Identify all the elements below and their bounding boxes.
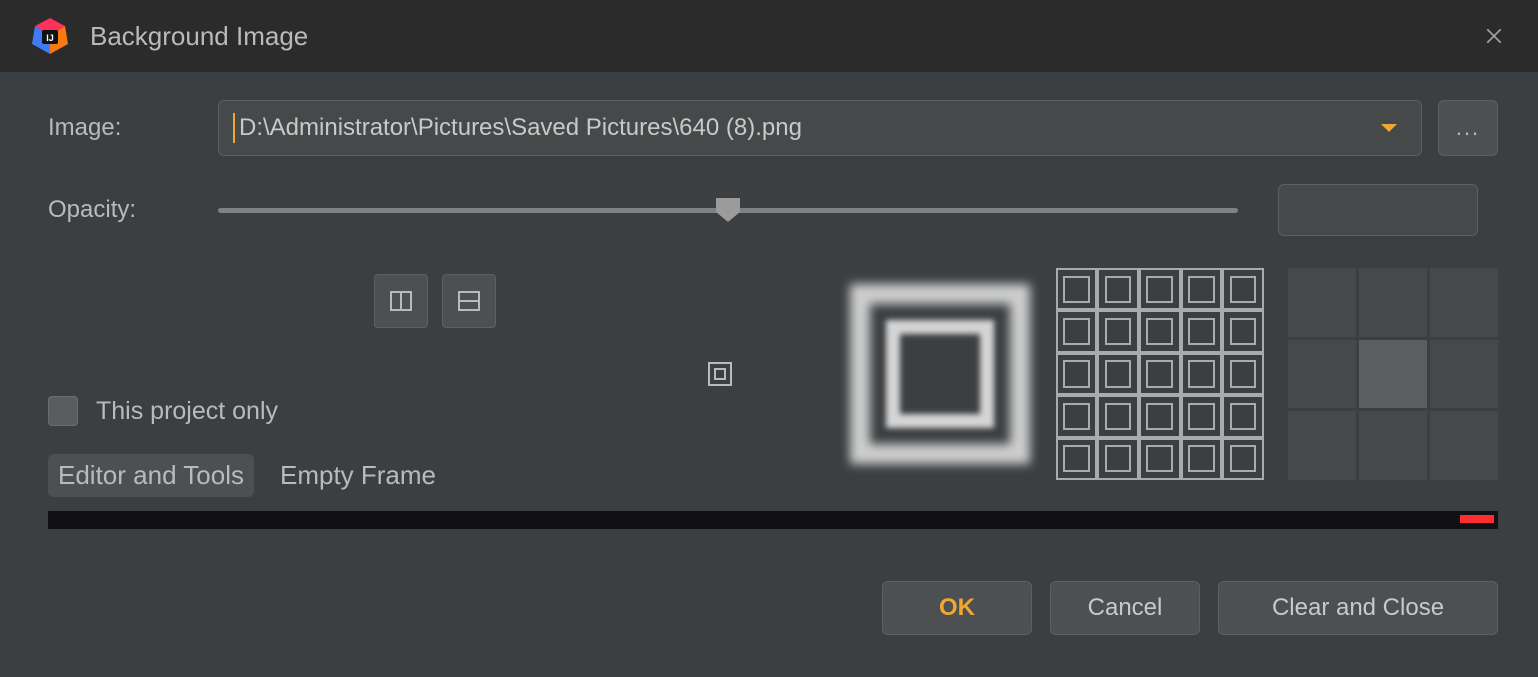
- anchor-bc[interactable]: [1359, 411, 1427, 480]
- anchor-grid: [1288, 268, 1498, 480]
- options-row: This project only Editor and Tools Empty…: [48, 268, 1498, 497]
- tab-empty-frame[interactable]: Empty Frame: [270, 454, 446, 497]
- anchor-br[interactable]: [1430, 411, 1498, 480]
- titlebar: IJ Background Image: [0, 0, 1538, 72]
- ok-button[interactable]: OK: [882, 581, 1032, 635]
- square-small-icon: [707, 361, 733, 387]
- tab-editor-and-tools[interactable]: Editor and Tools: [48, 454, 254, 497]
- fill-options: [614, 268, 1266, 497]
- clear-and-close-button[interactable]: Clear and Close: [1218, 581, 1498, 635]
- anchor-ml[interactable]: [1288, 340, 1356, 409]
- flip-buttons: [48, 274, 574, 328]
- svg-text:IJ: IJ: [46, 33, 54, 43]
- project-only-row: This project only: [48, 346, 574, 426]
- image-path-text: D:\Administrator\Pictures\Saved Pictures…: [231, 114, 1369, 142]
- opacity-label: Opacity:: [48, 196, 218, 224]
- tile-pattern-icon: [1056, 268, 1264, 480]
- image-row: Image: D:\Administrator\Pictures\Saved P…: [48, 100, 1498, 156]
- anchor-center[interactable]: [1359, 340, 1427, 409]
- browse-button[interactable]: ...: [1438, 100, 1498, 156]
- dialog-buttons: OK Cancel Clear and Close: [48, 529, 1498, 643]
- anchor-tc[interactable]: [1359, 268, 1427, 337]
- flip-vertical-icon: [456, 288, 482, 314]
- image-path-combo[interactable]: D:\Administrator\Pictures\Saved Pictures…: [218, 100, 1422, 156]
- close-icon: [1485, 27, 1503, 45]
- image-label: Image:: [48, 114, 218, 142]
- fill-tile-option[interactable]: [1054, 268, 1266, 480]
- close-button[interactable]: [1474, 16, 1514, 56]
- anchor-tr[interactable]: [1430, 268, 1498, 337]
- anchor-mr[interactable]: [1430, 340, 1498, 409]
- tabs: Editor and Tools Empty Frame: [48, 444, 574, 497]
- project-only-checkbox[interactable]: [48, 396, 78, 426]
- opacity-slider-wrap: [218, 184, 1498, 236]
- cancel-button[interactable]: Cancel: [1050, 581, 1200, 635]
- dropdown-arrow-icon[interactable]: [1369, 124, 1409, 132]
- background-image-dialog: IJ Background Image Image: D:\Administra…: [0, 0, 1538, 677]
- left-options: This project only Editor and Tools Empty…: [48, 268, 574, 497]
- preview-strip: [48, 511, 1498, 529]
- square-blur-icon: [850, 284, 1030, 464]
- opacity-row: Opacity:: [48, 184, 1498, 236]
- anchor-tl[interactable]: [1288, 268, 1356, 337]
- text-caret: [233, 113, 235, 143]
- opacity-value-input[interactable]: [1279, 185, 1478, 235]
- anchor-bl[interactable]: [1288, 411, 1356, 480]
- flip-horizontal-button[interactable]: [374, 274, 428, 328]
- app-icon: IJ: [30, 16, 70, 56]
- dialog-title: Background Image: [90, 21, 1454, 52]
- fill-plain-option[interactable]: [614, 268, 826, 480]
- project-only-label: This project only: [96, 397, 278, 426]
- slider-thumb-icon[interactable]: [714, 196, 742, 224]
- opacity-slider[interactable]: [218, 208, 1238, 213]
- opacity-spinner[interactable]: [1278, 184, 1478, 236]
- fill-scale-option[interactable]: [834, 268, 1046, 480]
- dialog-content: Image: D:\Administrator\Pictures\Saved P…: [0, 72, 1538, 677]
- flip-horizontal-icon: [388, 288, 414, 314]
- flip-vertical-button[interactable]: [442, 274, 496, 328]
